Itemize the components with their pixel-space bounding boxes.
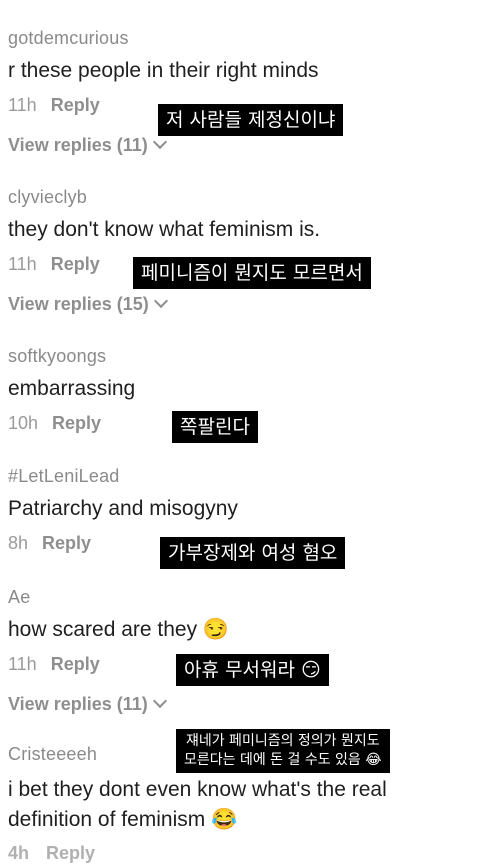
subtitle-caption: 가부장제와 여성 혐오 (160, 537, 346, 569)
comment-timestamp: 11h (8, 654, 37, 674)
comment-text: r these people in their right minds (8, 59, 319, 82)
subtitle-caption: 저 사람들 제정신이냐 (158, 104, 344, 136)
chevron-down-icon (152, 693, 167, 709)
comment-timestamp: 11h (8, 254, 37, 274)
comment-text: how scared are they 😏 (8, 618, 230, 641)
subtitle-caption-line: 쟤네가 페미니즘의 정의가 뭔지도 (185, 733, 380, 749)
subtitle-caption: 쟤네가 페미니즘의 정의가 뭔지도 모른다는 데에 돈 걸 수도 있음 😂 (176, 729, 390, 773)
view-replies-button[interactable]: View replies (11) (8, 134, 167, 156)
comment-text: Patriarchy and misogyny (8, 497, 238, 520)
subtitle-caption: 페미니즘이 뭔지도 모르면서 (133, 257, 371, 289)
comment-timestamp: 10h (8, 413, 39, 433)
view-replies-label: View replies (11) (8, 135, 148, 155)
comment-text-line: i bet they dont even know what's the rea… (8, 778, 387, 801)
comment-timestamp: 8h (8, 533, 29, 553)
comment-username[interactable]: #LetLeniLead (8, 466, 472, 487)
subtitle-caption: 아휴 무서워라 😏 (176, 654, 329, 686)
reply-button[interactable]: Reply (51, 95, 100, 116)
reply-button[interactable]: Reply (51, 254, 100, 275)
reply-button[interactable]: Reply (52, 413, 101, 434)
view-replies-label: View replies (15) (8, 294, 149, 314)
reply-button[interactable]: Reply (46, 843, 95, 863)
comment-text: they don't know what feminism is. (8, 218, 321, 241)
view-replies-label: View replies (11) (8, 694, 148, 714)
comment-timestamp: 4h (8, 843, 30, 863)
comment: gotdemcurious r these people in their ri… (8, 28, 472, 116)
subtitle-caption-line: 모른다는 데에 돈 걸 수도 있음 😂 (184, 752, 382, 768)
reply-button[interactable]: Reply (51, 654, 100, 675)
view-replies-button[interactable]: View replies (15) (8, 293, 168, 315)
comment-username[interactable]: Ae (8, 587, 472, 608)
comment-text: embarrassing (8, 377, 136, 400)
comment-meta: 4h Reply (8, 843, 95, 864)
chevron-down-icon (152, 134, 167, 150)
comment-username[interactable]: softkyoongs (8, 346, 472, 367)
view-replies-button[interactable]: View replies (11) (8, 693, 167, 715)
comment-text: i bet they dont even know what's the rea… (8, 775, 472, 835)
subtitle-caption: 쪽팔린다 (172, 411, 258, 443)
comment-username[interactable]: clyvieclyb (8, 187, 472, 208)
comment-timestamp: 11h (8, 95, 37, 115)
chevron-down-icon (153, 293, 168, 309)
comment-text-line: definition of feminism 😂 (8, 808, 238, 831)
comment-username[interactable]: gotdemcurious (8, 28, 472, 49)
reply-button[interactable]: Reply (42, 533, 91, 554)
